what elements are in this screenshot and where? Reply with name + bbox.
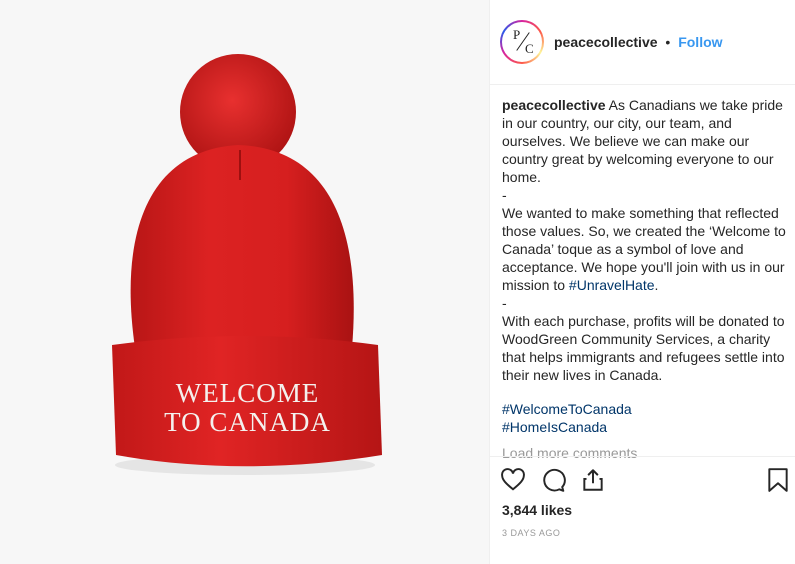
hashtag-list: #WelcomeToCanada #HomeIsCanada <box>502 400 632 436</box>
follow-button[interactable]: Follow <box>678 34 722 50</box>
hashtag-welcometocanada[interactable]: #WelcomeToCanada <box>502 400 632 418</box>
hashtag-homeiscanada[interactable]: #HomeIsCanada <box>502 418 632 436</box>
username-link[interactable]: peacecollective <box>554 34 658 50</box>
post-timestamp[interactable]: 3 DAYS AGO <box>502 528 560 538</box>
heart-icon[interactable] <box>500 467 526 493</box>
caption-period: . <box>654 277 659 293</box>
action-bar <box>490 456 795 507</box>
caption-separator-2: - <box>502 295 507 311</box>
post-details: P C peacecollective • Follow peacecollec… <box>489 0 795 564</box>
toque-illustration <box>112 54 382 475</box>
avatar[interactable]: P C <box>500 20 544 64</box>
username-row: peacecollective • Follow <box>554 34 723 50</box>
post-header: P C peacecollective • Follow <box>490 0 795 85</box>
post-image[interactable]: WELCOME TO CANADA <box>0 0 489 564</box>
instagram-post: WELCOME TO CANADA P C peacecollective • … <box>0 0 795 564</box>
toque-body <box>130 145 354 348</box>
comment-icon[interactable] <box>540 467 566 493</box>
hashtag-unravelhate[interactable]: #UnravelHate <box>569 277 655 293</box>
toque-text-to-canada: TO CANADA <box>164 407 331 437</box>
avatar-logo: P C <box>502 22 542 62</box>
separator-dot: • <box>665 34 671 50</box>
caption-separator-1: - <box>502 187 507 203</box>
avatar-letter-c: C <box>525 41 534 56</box>
bookmark-icon[interactable] <box>766 467 790 493</box>
caption: peacecollective As Canadians we take pri… <box>502 96 786 384</box>
caption-paragraph-3: With each purchase, profits will be dona… <box>502 313 785 383</box>
caption-username[interactable]: peacecollective <box>502 97 606 113</box>
likes-count[interactable]: 3,844 likes <box>502 502 572 518</box>
share-icon[interactable] <box>580 467 606 493</box>
toque-text-welcome: WELCOME <box>175 378 320 408</box>
avatar-letter-p: P <box>513 27 521 42</box>
